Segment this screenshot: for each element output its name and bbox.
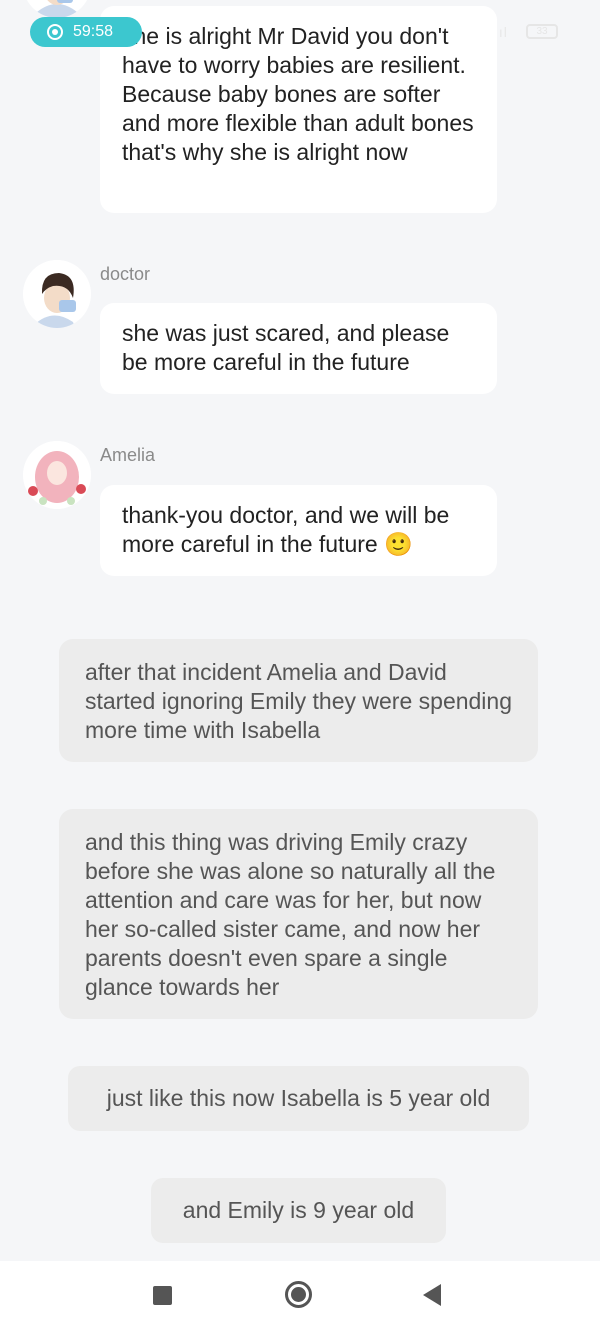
message-text: thank-you doctor, and we will be more ca… [122, 502, 450, 557]
message-bubble-3: thank-you doctor, and we will be more ca… [100, 485, 497, 576]
screen-recording-indicator[interactable]: 59:58 [30, 17, 142, 47]
narration-box-2: and this thing was driving Emily crazy b… [59, 809, 538, 1019]
avatar-doctor[interactable] [23, 260, 91, 328]
avatar-amelia[interactable] [23, 441, 91, 509]
home-circle-icon[interactable] [285, 1281, 312, 1308]
avatar-doctor[interactable] [23, 0, 91, 18]
record-icon [47, 24, 63, 40]
narration-box-3: just like this now Isabella is 5 year ol… [68, 1066, 529, 1131]
narration-box-1: after that incident Amelia and David sta… [59, 639, 538, 762]
battery-icon: 33 [526, 24, 558, 39]
sender-name: Amelia [100, 445, 156, 465]
narration-text: after that incident Amelia and David sta… [85, 659, 513, 743]
narration-text: and Emily is 9 year old [182, 1197, 415, 1223]
message-bubble-1: she is alright Mr David you don't have t… [100, 6, 497, 213]
amelia-avatar-icon [23, 441, 91, 509]
narration-box-4: and Emily is 9 year old [151, 1178, 446, 1243]
recents-square-icon[interactable] [153, 1286, 172, 1305]
narration-text: and this thing was driving Emily crazy b… [85, 829, 496, 1000]
message-text: she was just scared, and please be more … [122, 320, 450, 375]
recording-time: 59:58 [73, 23, 114, 40]
message-text: she is alright Mr David you don't have t… [122, 23, 474, 165]
doctor-avatar-icon [27, 0, 87, 18]
doctor-avatar-icon [23, 260, 91, 328]
back-triangle-icon[interactable] [423, 1284, 441, 1306]
narration-text: just like this now Isabella is 5 year ol… [106, 1085, 491, 1111]
message-bubble-2: she was just scared, and please be more … [100, 303, 497, 394]
sender-name: doctor [100, 264, 151, 284]
